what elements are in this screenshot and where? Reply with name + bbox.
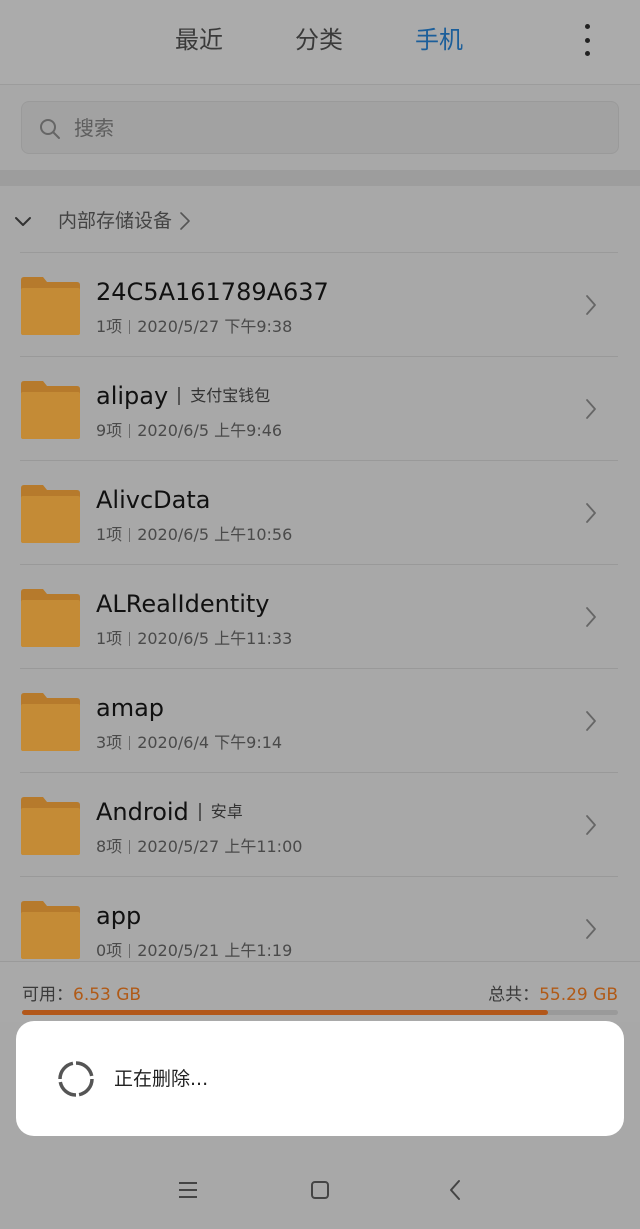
list-item[interactable]: alipay 支付宝钱包 9项 2020/6/5 上午9:46 (0, 357, 640, 461)
meta-separator (129, 528, 131, 542)
tab-phone[interactable]: 手机 (415, 22, 463, 58)
chevron-right-icon (180, 212, 190, 230)
folder-meta: 9项 2020/6/5 上午9:46 (96, 419, 282, 443)
folder-name-row: Android 安卓 (96, 795, 243, 829)
modified-date: 2020/6/5 上午11:33 (137, 629, 293, 648)
chevron-right-icon (586, 815, 596, 835)
list-item[interactable]: ALRealIdentity 1项 2020/6/5 上午11:33 (0, 565, 640, 669)
more-vertical-icon[interactable] (580, 24, 594, 56)
folder-name: Android (96, 798, 189, 826)
storage-bar-fill (22, 1010, 548, 1015)
chevron-right-icon (586, 399, 596, 419)
item-count: 0项 (96, 941, 123, 960)
meta-separator (129, 840, 131, 854)
chevron-right-icon (586, 295, 596, 315)
list-item[interactable]: AlivcData 1项 2020/6/5 上午10:56 (0, 461, 640, 565)
breadcrumb-label: 内部存储设备 (58, 210, 173, 232)
folder-list[interactable]: 24C5A161789A637 1项 2020/5/27 下午9:38 alipay 支… (0, 253, 640, 961)
meta-separator (129, 320, 131, 334)
folder-icon (21, 277, 80, 335)
total-label: 总共： (488, 985, 540, 1005)
item-count: 1项 (96, 629, 123, 648)
list-item[interactable]: amap 3项 2020/6/4 下午9:14 (0, 669, 640, 773)
folder-meta: 1项 2020/5/27 下午9:38 (96, 315, 292, 339)
modified-date: 2020/6/5 上午9:46 (137, 421, 283, 440)
chevron-right-icon (586, 607, 596, 627)
home-icon[interactable] (308, 1178, 332, 1202)
modified-date: 2020/6/4 下午9:14 (137, 733, 283, 752)
folder-meta: 0项 2020/5/21 上午1:19 (96, 939, 292, 961)
modified-date: 2020/5/27 上午11:00 (137, 837, 303, 856)
folder-tag: 支付宝钱包 (178, 387, 270, 405)
chevron-right-icon (586, 919, 596, 939)
list-item[interactable]: app 0项 2020/5/21 上午1:19 (0, 877, 640, 961)
meta-separator (129, 944, 131, 958)
item-count: 9项 (96, 421, 123, 440)
item-count: 1项 (96, 525, 123, 544)
folder-name: ALRealIdentity (96, 590, 270, 618)
chevron-right-icon (586, 711, 596, 731)
modified-date: 2020/5/27 下午9:38 (137, 317, 293, 336)
item-count: 8项 (96, 837, 123, 856)
menu-icon[interactable] (176, 1178, 200, 1202)
folder-name: app (96, 902, 142, 930)
breadcrumb[interactable]: 内部存储设备 (58, 204, 192, 238)
navigation-bar (0, 1136, 640, 1229)
top-tab-bar: 最近 分类 手机 (0, 0, 640, 84)
folder-meta: 1项 2020/6/5 上午11:33 (96, 627, 292, 651)
chevron-down-icon[interactable] (12, 210, 34, 232)
folder-name-row: ALRealIdentity (96, 587, 270, 621)
list-item[interactable]: Android 安卓 8项 2020/5/27 上午11:00 (0, 773, 640, 877)
folder-name: amap (96, 694, 165, 722)
folder-tag: 安卓 (198, 803, 243, 821)
item-count: 1项 (96, 317, 123, 336)
item-count: 3项 (96, 733, 123, 752)
dialog-message: 正在删除... (114, 1068, 209, 1090)
folder-name-row: alipay 支付宝钱包 (96, 379, 270, 413)
tab-recent[interactable]: 最近 (175, 22, 223, 58)
folder-icon (21, 797, 80, 855)
search-icon (40, 119, 60, 139)
folder-name: alipay (96, 382, 169, 410)
modified-date: 2020/5/21 上午1:19 (137, 941, 293, 960)
meta-separator (129, 736, 131, 750)
meta-separator (129, 632, 131, 646)
header-divider (0, 84, 640, 85)
folder-name-row: AlivcData (96, 483, 210, 517)
search-input[interactable] (74, 112, 594, 144)
section-separator (0, 170, 640, 186)
available-label: 可用： (22, 985, 73, 1005)
folder-meta: 1项 2020/6/5 上午10:56 (96, 523, 292, 547)
folder-icon (21, 485, 80, 543)
folder-icon (21, 589, 80, 647)
folder-name-row: 24C5A161789A637 (96, 275, 329, 309)
back-icon[interactable] (444, 1178, 468, 1202)
storage-bar (22, 1010, 618, 1015)
storage-summary: 可用：6.53 GB 总共：55.29 GB (0, 962, 640, 1022)
deleting-dialog: 正在删除... (16, 1021, 624, 1136)
meta-separator (129, 424, 131, 438)
tab-category[interactable]: 分类 (295, 22, 343, 58)
spinner-icon (58, 1061, 94, 1097)
total-value: 55.29 GB (539, 985, 618, 1005)
folder-name: AlivcData (96, 486, 211, 514)
folder-meta: 8项 2020/5/27 上午11:00 (96, 835, 302, 859)
available-value: 6.53 GB (73, 985, 142, 1005)
folder-icon (21, 693, 80, 751)
storage-total: 总共：55.29 GB (488, 980, 618, 1005)
folder-name: 24C5A161789A637 (96, 278, 329, 306)
modified-date: 2020/6/5 上午10:56 (137, 525, 293, 544)
folder-meta: 3项 2020/6/4 下午9:14 (96, 731, 282, 755)
folder-name-row: app (96, 899, 141, 933)
folder-icon (21, 901, 80, 959)
folder-icon (21, 381, 80, 439)
folder-name-row: amap (96, 691, 164, 725)
storage-available: 可用：6.53 GB (22, 980, 141, 1005)
list-item[interactable]: 24C5A161789A637 1项 2020/5/27 下午9:38 (0, 253, 640, 357)
chevron-right-icon (586, 503, 596, 523)
search-bar[interactable] (21, 101, 619, 154)
